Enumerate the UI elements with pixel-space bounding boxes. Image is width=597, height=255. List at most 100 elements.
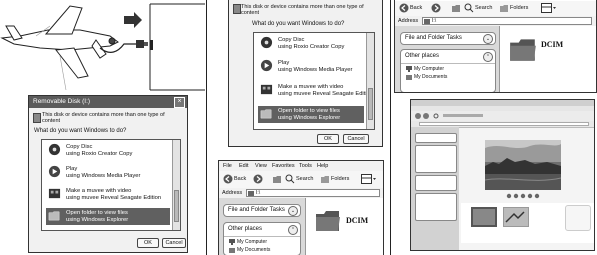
address-label: Address [398, 18, 419, 24]
search-button[interactable]: Search [475, 4, 492, 13]
cancel-button[interactable]: Cancel [343, 134, 369, 144]
option-copy-disc[interactable]: Copy Disc using Roxio Creator Copy [258, 35, 364, 52]
address-value: I:\ [432, 18, 437, 24]
address-field[interactable] [419, 122, 589, 126]
folder-icon [48, 211, 60, 221]
up-folder-icon[interactable] [272, 174, 282, 184]
list-scrollbar[interactable] [172, 140, 180, 230]
menu-file[interactable]: File [223, 163, 232, 169]
folders-button[interactable]: Folders [331, 175, 349, 184]
photo-viewer-window [410, 99, 595, 251]
film-icon [48, 188, 61, 199]
explorer-window: Back Search Folders Address I:\ File and… [394, 0, 597, 93]
scroll-thumb[interactable] [368, 88, 373, 120]
folders-icon[interactable] [320, 174, 330, 184]
thumbnail-watermark [565, 205, 591, 231]
ok-button[interactable]: OK [137, 238, 159, 248]
scroll-thumb[interactable] [174, 190, 179, 222]
thumbnail[interactable] [503, 207, 529, 227]
back-button[interactable]: Back [234, 175, 246, 184]
other-places-box: Other places ⌃ My Computer My Documents [400, 49, 496, 92]
back-icon[interactable] [415, 113, 421, 119]
back-icon[interactable] [399, 3, 409, 13]
up-folder-icon[interactable] [451, 3, 461, 13]
option-subtitle: using muvee Reveal Seagate Edition [66, 194, 162, 201]
thumbnail-strip [461, 203, 594, 243]
explorer-window: File Edit View Favorites Tools Help Back… [218, 160, 384, 255]
action-list[interactable]: Copy Disc using Roxio Creator Copy Play … [41, 139, 181, 231]
chevron-up-icon[interactable]: ⌃ [483, 52, 493, 62]
folder-icon[interactable] [314, 206, 342, 234]
option-make-muvee[interactable]: Make a muvee with video using muvee Reve… [258, 82, 373, 99]
toolbar: Back Search Folders [219, 171, 383, 189]
forward-icon[interactable] [253, 174, 263, 184]
menu-help[interactable]: Help [317, 163, 328, 169]
option-open-folder[interactable]: Open folder to view files using Windows … [258, 106, 364, 123]
address-value: I:\ [256, 190, 261, 196]
ok-button[interactable]: OK [317, 134, 339, 144]
action-list[interactable]: Copy Disc using Roxio Creator Copy Play … [253, 32, 375, 130]
forward-icon[interactable] [423, 113, 429, 119]
menu-tools[interactable]: Tools [299, 163, 312, 169]
option-subtitle: using Roxio Creator Copy [278, 43, 345, 50]
views-icon[interactable] [361, 174, 377, 184]
chevron-up-icon[interactable]: ⌃ [288, 225, 298, 235]
option-subtitle: using Roxio Creator Copy [66, 150, 133, 157]
autoplay-dialog: This disk or device contains more than o… [228, 0, 383, 147]
disc-icon [48, 143, 61, 156]
menu-edit[interactable]: Edit [239, 163, 248, 169]
folders-button[interactable]: Folders [510, 4, 528, 13]
computer-icon [406, 66, 412, 72]
folder-label-dcim[interactable]: DCIM [541, 40, 563, 49]
address-field[interactable]: I:\ [422, 17, 592, 25]
file-view: DCIM [500, 26, 596, 92]
task-box [415, 175, 457, 191]
place-my-computer[interactable]: My Computer [414, 66, 444, 72]
place-my-documents[interactable]: My Documents [237, 247, 270, 253]
place-my-documents[interactable]: My Documents [414, 74, 447, 80]
dialog-intro-line2: content [42, 118, 61, 124]
search-icon[interactable] [433, 113, 439, 119]
task-pane: File and Folder Tasks ⌄ Other places ⌃ M… [395, 26, 500, 92]
task-header-file-folder[interactable]: File and Folder Tasks ⌄ [400, 32, 496, 45]
views-icon[interactable] [541, 3, 557, 13]
places-header: Other places [405, 53, 440, 59]
place-my-computer[interactable]: My Computer [237, 239, 267, 245]
option-copy-disc[interactable]: Copy Disc using Roxio Creator Copy [46, 142, 170, 159]
search-icon[interactable] [464, 3, 474, 13]
option-open-folder[interactable]: Open folder to view files using Windows … [46, 208, 170, 225]
thumbnail-selected[interactable] [471, 207, 497, 227]
folders-icon[interactable] [499, 3, 509, 13]
autoplay-dialog: Removable Disk (I:) × This disk or devic… [28, 95, 188, 253]
menu-view[interactable]: View [255, 163, 267, 169]
folder-icon [260, 109, 272, 119]
close-button[interactable]: × [174, 97, 185, 108]
back-button[interactable]: Back [410, 4, 422, 13]
toolbar-strip [443, 114, 483, 117]
option-play[interactable]: Play using Windows Media Player [46, 164, 170, 181]
task-header-file-folder[interactable]: File and Folder Tasks ⌄ [223, 204, 301, 217]
film-icon [260, 84, 273, 95]
search-button[interactable]: Search [296, 175, 313, 184]
dialog-intro-line1: This disk or device contains more than o… [42, 112, 165, 118]
cancel-button[interactable]: Cancel [162, 238, 186, 248]
dialog-title: Removable Disk (I:) [33, 98, 91, 105]
dialog-question: What do you want Windows to do? [34, 128, 127, 134]
list-scrollbar[interactable] [366, 33, 374, 129]
folder-icon[interactable] [508, 34, 538, 64]
option-subtitle: using muvee Reveal Seagate Edition [278, 90, 374, 97]
device-icon [33, 113, 41, 123]
chevron-down-icon[interactable]: ⌄ [483, 34, 493, 44]
address-field[interactable]: I:\ [246, 189, 380, 197]
option-play[interactable]: Play using Windows Media Player [258, 58, 364, 75]
dialog-intro-line2: content [241, 10, 260, 16]
folder-label-dcim[interactable]: DCIM [346, 216, 368, 225]
computer-icon [229, 239, 235, 245]
forward-icon[interactable] [431, 3, 441, 13]
back-icon[interactable] [223, 174, 233, 184]
option-subtitle: using Windows Explorer [278, 114, 341, 121]
chevron-down-icon[interactable]: ⌄ [288, 206, 298, 216]
menu-favorites[interactable]: Favorites [272, 163, 295, 169]
option-make-muvee[interactable]: Make a muvee with video using muvee Reve… [46, 186, 170, 203]
search-icon[interactable] [285, 174, 295, 184]
